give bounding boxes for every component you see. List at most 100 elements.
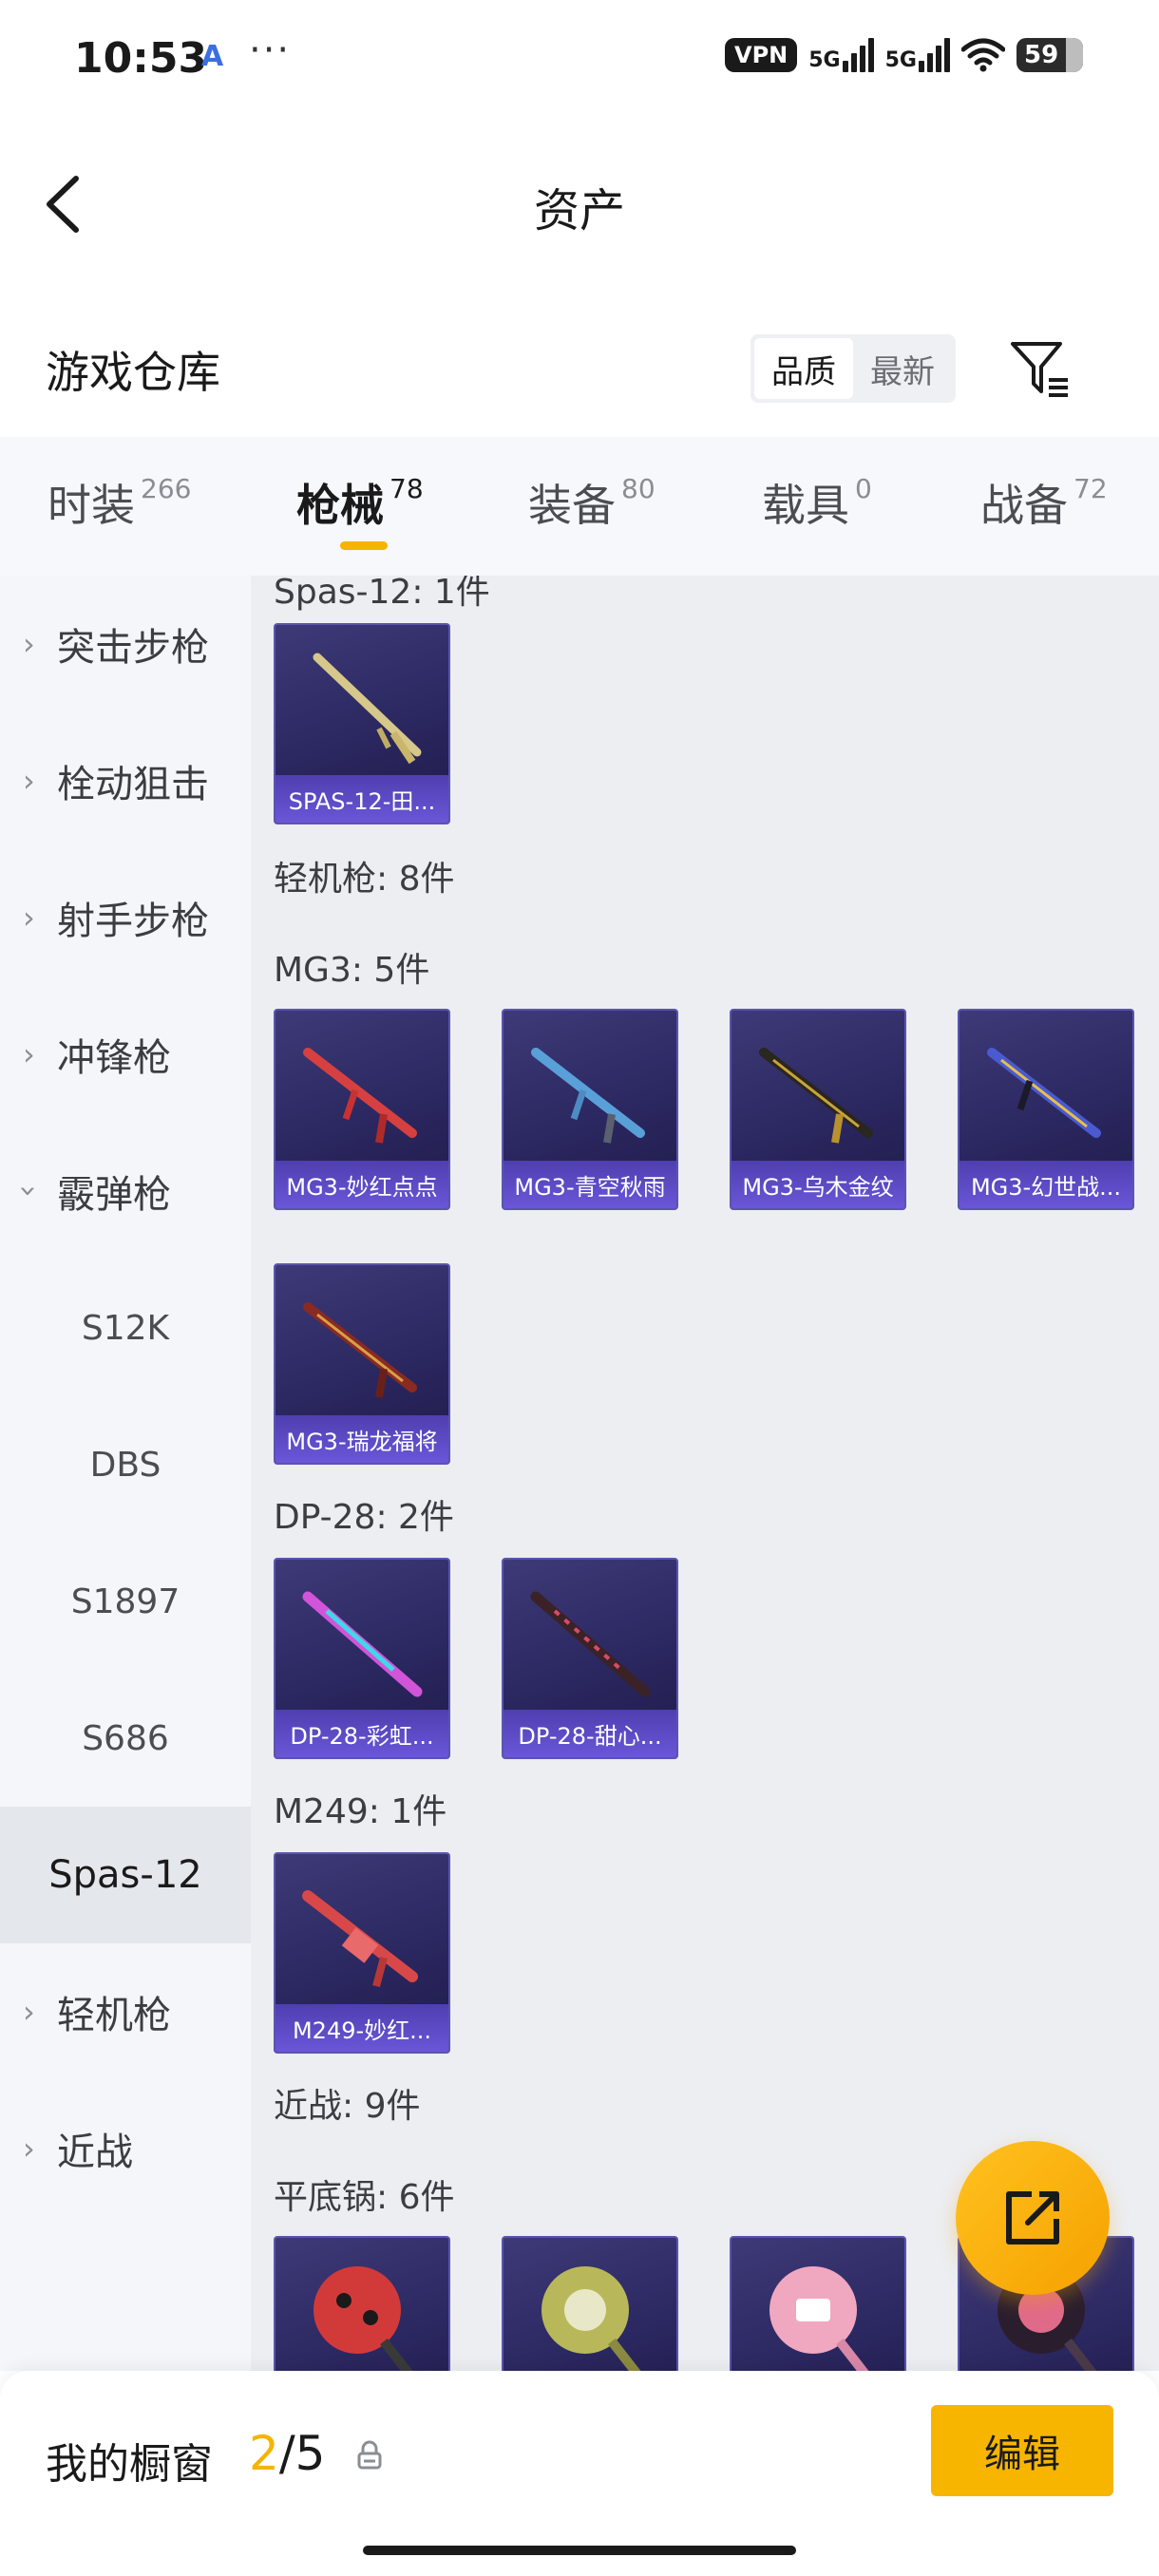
- tab-count: 266: [141, 473, 192, 504]
- chevron-right-icon: ›: [23, 763, 35, 799]
- more-notifications-icon: ···: [249, 28, 292, 72]
- filter-icon[interactable]: [1005, 334, 1074, 403]
- gun-skin-image: [302, 1591, 423, 1697]
- sidebar-item-bolt-sniper[interactable]: › 栓动狙击: [0, 712, 251, 849]
- tab-count: 0: [855, 473, 872, 504]
- active-tab-indicator: [340, 541, 388, 550]
- gun-skin-image: [759, 1048, 873, 1144]
- item-card[interactable]: MG3-青空秋雨: [502, 1009, 678, 1210]
- group-header: 平底锅: 6件: [274, 2178, 455, 2217]
- sort-toggle: 品质 最新: [750, 334, 956, 403]
- battery-level: 59: [1024, 41, 1059, 69]
- sidebar-item-label: 栓动狙击: [57, 763, 209, 806]
- group-header: MG3: 5件: [274, 951, 430, 990]
- item-name: MG3-幻世战...: [960, 1161, 1132, 1208]
- signal-icon: 5G: [808, 38, 874, 72]
- sidebar-item-shotgun[interactable]: › 霰弹枪: [0, 1123, 251, 1260]
- lock-icon: [357, 2440, 382, 2470]
- sidebar-sub-s12k[interactable]: S12K: [0, 1260, 251, 1396]
- item-card[interactable]: DP-28-彩虹...: [274, 1558, 450, 1759]
- tab-label: 战备: [980, 480, 1068, 531]
- gun-skin-image: [987, 1048, 1101, 1138]
- sort-quality-button[interactable]: 品质: [754, 338, 853, 399]
- home-indicator[interactable]: [363, 2546, 796, 2555]
- item-card[interactable]: MG3-幻世战...: [958, 1009, 1134, 1210]
- group-header: 轻机枪: 8件: [274, 860, 455, 899]
- gun-skin-image: [531, 1048, 645, 1144]
- group-header: M249: 1件: [274, 1792, 447, 1831]
- sidebar-item-label: 近战: [57, 2131, 133, 2174]
- sidebar-item-label: 突击步枪: [57, 626, 209, 670]
- share-external-icon: [1006, 2191, 1059, 2245]
- item-card[interactable]: [274, 2236, 450, 2371]
- gun-skin-image: [302, 1890, 418, 1988]
- sidebar-item-label: 射手步枪: [57, 900, 209, 943]
- share-button[interactable]: [956, 2141, 1110, 2295]
- signal-icon-2: 5G: [885, 38, 950, 72]
- sidebar-sub-s1897[interactable]: S1897: [0, 1533, 251, 1670]
- status-icons: VPN 5G 5G 59: [725, 38, 1083, 72]
- tab-supplies[interactable]: 战备 72: [980, 471, 1108, 534]
- item-card[interactable]: M249-妙红...: [274, 1852, 450, 2054]
- sidebar-item-assault-rifle[interactable]: › 突击步枪: [0, 576, 251, 712]
- item-grid: Spas-12: 1件 SPAS-12-田... 轻机枪: 8件 MG3: 5件…: [251, 576, 1159, 2371]
- pan-skin-image: [542, 2266, 641, 2371]
- chevron-down-icon: ›: [10, 1184, 48, 1198]
- item-name: MG3-乌木金纹: [732, 1161, 904, 1208]
- tab-fashion[interactable]: 时装 266: [48, 471, 191, 534]
- tab-count: 78: [390, 473, 424, 504]
- group-header: 近战: 9件: [274, 2087, 421, 2126]
- battery-icon: 59: [1016, 38, 1083, 72]
- gun-skin-image: [303, 1048, 417, 1144]
- item-name: DP-28-彩虹...: [276, 1710, 448, 1757]
- item-card[interactable]: SPAS-12-田...: [274, 623, 450, 824]
- sidebar-item-label: 冲锋枪: [57, 1036, 171, 1080]
- sidebar-sub-spas12[interactable]: Spas-12: [0, 1807, 251, 1943]
- item-card[interactable]: DP-28-甜心...: [502, 1558, 678, 1759]
- item-name: MG3-瑞龙福将: [276, 1415, 448, 1463]
- network-type-label-2: 5G: [884, 48, 917, 72]
- category-tabs: 时装 266 枪械 78 装备 80 载具 0 战备 72: [0, 437, 1159, 576]
- group-header: DP-28: 2件: [274, 1498, 454, 1537]
- sidebar-sub-dbs[interactable]: DBS: [0, 1396, 251, 1533]
- sidebar-item-melee[interactable]: › 近战: [0, 2080, 251, 2217]
- tab-count: 80: [621, 473, 656, 504]
- item-name: M249-妙红...: [276, 2004, 448, 2052]
- tab-guns[interactable]: 枪械 78: [296, 471, 424, 534]
- item-name: MG3-妙红点点: [276, 1161, 448, 1208]
- warehouse-title: 游戏仓库: [46, 347, 220, 398]
- item-name: SPAS-12-田...: [276, 775, 448, 823]
- tab-vehicles[interactable]: 载具 0: [762, 471, 872, 534]
- tab-equipment[interactable]: 装备 80: [528, 471, 656, 534]
- chevron-right-icon: ›: [23, 900, 35, 936]
- chevron-right-icon: ›: [23, 2131, 35, 2167]
- edit-button[interactable]: 编辑: [931, 2405, 1113, 2496]
- nav-bar: 资产: [0, 123, 1159, 285]
- item-card[interactable]: [502, 2236, 678, 2371]
- vpn-badge: VPN: [725, 38, 798, 72]
- page-title: 资产: [533, 184, 625, 237]
- item-card[interactable]: MG3-妙红点点: [274, 1009, 450, 1210]
- showcase-current: 2: [249, 2426, 279, 2481]
- app-notification-icon: A: [201, 40, 224, 73]
- sidebar-item-marksman[interactable]: › 射手步枪: [0, 849, 251, 986]
- sidebar-item-lmg[interactable]: › 轻机枪: [0, 1943, 251, 2080]
- chevron-right-icon: ›: [23, 1036, 35, 1072]
- pan-skin-image: [770, 2266, 869, 2371]
- category-sidebar: › 突击步枪 › 栓动狙击 › 射手步枪 › 冲锋枪 › 霰弹枪 S12K DB…: [0, 576, 251, 2371]
- sidebar-item-smg[interactable]: › 冲锋枪: [0, 986, 251, 1123]
- chevron-right-icon: ›: [23, 1994, 35, 2030]
- showcase-total: /5: [278, 2426, 326, 2481]
- item-card[interactable]: MG3-乌木金纹: [730, 1009, 906, 1210]
- gun-skin-image: [303, 1302, 417, 1398]
- item-card[interactable]: MG3-瑞龙福将: [274, 1263, 450, 1465]
- sidebar-item-label: 霰弹枪: [57, 1173, 171, 1217]
- item-name: DP-28-甜心...: [504, 1710, 676, 1757]
- clock: 10:53: [74, 34, 208, 83]
- tab-label: 载具: [762, 480, 849, 531]
- gun-skin-image: [530, 1591, 651, 1697]
- sort-newest-button[interactable]: 最新: [853, 338, 952, 399]
- network-type-label: 5G: [808, 48, 841, 72]
- sidebar-sub-s686[interactable]: S686: [0, 1670, 251, 1807]
- item-card[interactable]: [730, 2236, 906, 2371]
